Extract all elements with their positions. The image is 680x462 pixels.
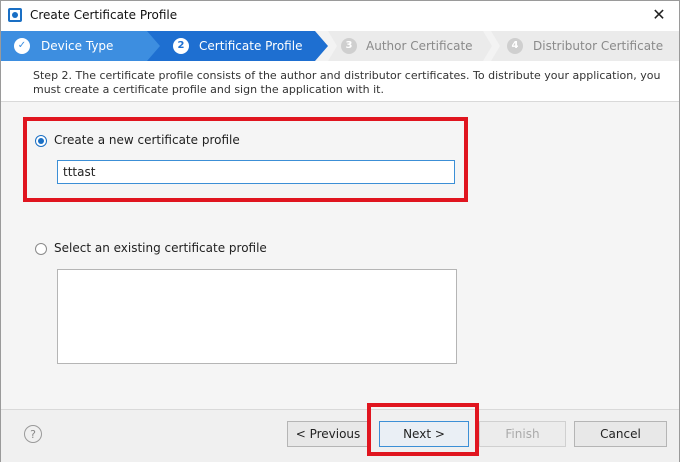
create-new-radio[interactable] bbox=[35, 135, 47, 147]
step-number: 4 bbox=[507, 38, 523, 54]
check-icon: ✓ bbox=[14, 38, 30, 54]
wizard-steps: ✓ Device Type 2 Certificate Profile 3 Au… bbox=[1, 31, 679, 61]
step-label: Device Type bbox=[41, 39, 114, 53]
cancel-button[interactable]: Cancel bbox=[574, 421, 667, 447]
step-device-type: ✓ Device Type bbox=[1, 31, 161, 61]
dialog-window: Create Certificate Profile ✕ ✓ Device Ty… bbox=[0, 0, 680, 462]
step-label: Certificate Profile bbox=[199, 39, 303, 53]
description-text: Step 2. The certificate profile consists… bbox=[33, 69, 661, 96]
step-description: Step 2. The certificate profile consists… bbox=[1, 61, 679, 102]
window-title: Create Certificate Profile bbox=[30, 8, 178, 22]
step-certificate-profile: 2 Certificate Profile bbox=[147, 31, 328, 61]
profile-name-input[interactable]: tttast bbox=[57, 160, 455, 184]
select-existing-radio[interactable] bbox=[35, 243, 47, 255]
step-author-certificate: 3 Author Certificate bbox=[321, 31, 492, 61]
finish-button: Finish bbox=[479, 421, 566, 447]
next-button[interactable]: Next > bbox=[379, 421, 469, 447]
existing-profile-list[interactable] bbox=[57, 269, 457, 364]
step-label: Author Certificate bbox=[366, 39, 473, 53]
step-label: Distributor Certificate bbox=[533, 39, 664, 53]
select-existing-label[interactable]: Select an existing certificate profile bbox=[54, 241, 267, 255]
step-distributor-certificate: 4 Distributor Certificate bbox=[491, 31, 679, 61]
step-number: 3 bbox=[341, 38, 357, 54]
step-number: 2 bbox=[173, 38, 189, 54]
previous-button[interactable]: < Previous bbox=[287, 421, 369, 447]
close-icon[interactable]: ✕ bbox=[649, 5, 669, 25]
button-bar: ? < Previous Next > Finish Cancel bbox=[1, 409, 679, 462]
title-bar: Create Certificate Profile ✕ bbox=[1, 1, 679, 31]
create-new-label[interactable]: Create a new certificate profile bbox=[54, 133, 240, 147]
help-icon[interactable]: ? bbox=[24, 425, 42, 443]
profile-options: Create a new certificate profile tttast … bbox=[1, 102, 679, 409]
app-icon bbox=[8, 8, 22, 22]
